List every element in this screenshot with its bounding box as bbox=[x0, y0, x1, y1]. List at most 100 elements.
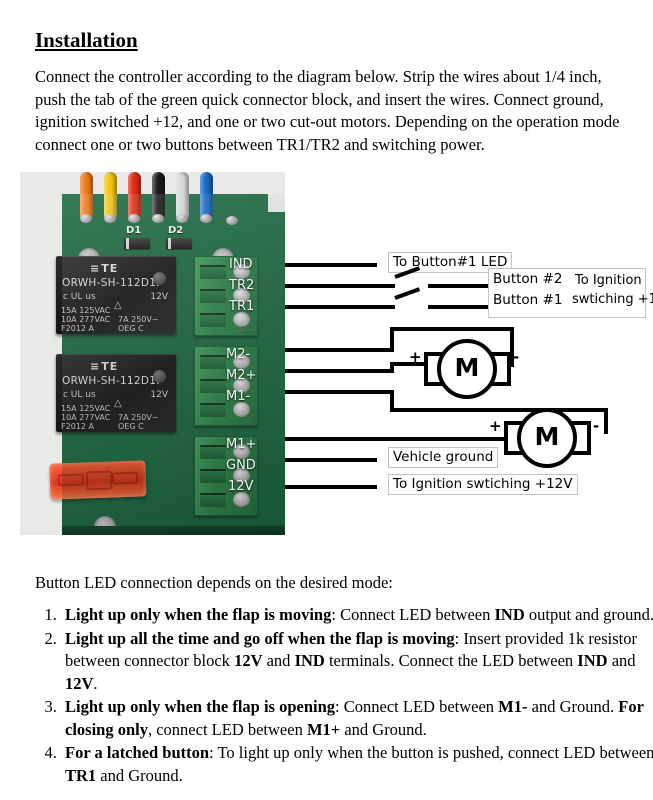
wire-blue bbox=[200, 172, 213, 218]
terminal-label-m1-minus: M1- bbox=[226, 389, 251, 404]
wire-m2-minus bbox=[285, 348, 394, 352]
page-title: Installation bbox=[35, 28, 138, 52]
relay-bottom: TE ORWH-SH-112D1F 12V c UL us △ 15A 125V… bbox=[56, 354, 176, 432]
wire-gnd bbox=[285, 458, 377, 462]
mounting-hole bbox=[78, 248, 100, 270]
label-ignition-line1: To Ignition bbox=[575, 273, 642, 288]
terminal-label-m1-plus: M1+ bbox=[226, 437, 257, 452]
motor-2: M bbox=[517, 408, 577, 468]
switch-symbol-tr2 bbox=[394, 266, 421, 286]
solder-pad bbox=[226, 216, 238, 225]
wire-tr1-left bbox=[285, 305, 395, 309]
diode-d2 bbox=[166, 238, 192, 249]
wire-red bbox=[128, 172, 141, 218]
label-ignition-power: To Ignition swtiching +12V bbox=[388, 474, 578, 495]
wiring-schematic: To Button#1 LED Button #2 Button #1 To I… bbox=[285, 172, 653, 535]
list-item: Light up only when the flap is moving: C… bbox=[61, 604, 653, 627]
relay-rating-3: F2012 A bbox=[61, 324, 94, 333]
wire-m1-minus-run bbox=[390, 408, 608, 412]
terminal-label-gnd: GND bbox=[226, 458, 256, 473]
mode-body: : Connect LED between IND output and gro… bbox=[331, 605, 653, 624]
label-vehicle-ground: Vehicle ground bbox=[388, 447, 499, 468]
relay-warning-icon: △ bbox=[114, 398, 122, 409]
mode-title: For a latched button bbox=[65, 743, 210, 762]
wire-tr1-right bbox=[428, 305, 488, 309]
relay-rating-2: 10A 277VAC bbox=[61, 413, 111, 422]
wire-yellow bbox=[104, 172, 117, 218]
relay-screw bbox=[153, 272, 166, 285]
solder-pad bbox=[104, 214, 116, 223]
label-button1: Button #1 bbox=[493, 292, 563, 308]
intro-paragraph: Connect the controller according to the … bbox=[35, 67, 620, 154]
motor1-plus-sign: + bbox=[409, 348, 422, 366]
terminal-label-12v: 12V bbox=[228, 479, 254, 494]
installation-page: Installation Connect the controller acco… bbox=[0, 0, 653, 800]
wire-m1-plus bbox=[285, 437, 510, 441]
motor1-minus-sign: - bbox=[513, 348, 520, 366]
relay-screw bbox=[153, 370, 166, 383]
label-ignition-group: Button #2 Button #1 To Ignition swtichin… bbox=[488, 268, 653, 318]
wire-m2-minus-top bbox=[390, 327, 514, 331]
blade-fuse bbox=[49, 460, 147, 500]
wire-black bbox=[152, 172, 165, 218]
mounting-hole bbox=[94, 516, 116, 535]
relay-part-number: ORWH-SH-112D1F bbox=[62, 375, 163, 387]
list-item: For a latched button: To light up only w… bbox=[61, 742, 653, 787]
terminal-label-ind: IND bbox=[229, 257, 253, 272]
relay-rating-4: 7A 250V~ bbox=[118, 315, 159, 324]
terminal-label-m2-plus: M2+ bbox=[226, 368, 257, 383]
wire-m2-plus bbox=[285, 369, 394, 373]
relay-ul-mark: c UL us bbox=[63, 390, 96, 400]
relay-warning-icon: △ bbox=[114, 300, 122, 311]
relay-brand: TE bbox=[90, 360, 118, 373]
wire-orange bbox=[80, 172, 93, 218]
pcb-bottom-edge bbox=[62, 526, 285, 535]
wire-ind bbox=[285, 263, 377, 267]
relay-rating-4: 7A 250V~ bbox=[118, 413, 159, 422]
label-ignition-line2: swtiching +12V bbox=[572, 292, 653, 307]
wire-tr2-left bbox=[285, 284, 395, 288]
wire-white bbox=[176, 172, 189, 218]
led-modes-lead: Button LED connection depends on the des… bbox=[35, 573, 393, 592]
switch-symbol-tr1 bbox=[394, 287, 421, 307]
diode-d1-label: D1 bbox=[126, 225, 142, 236]
relay-coil-voltage: 12V bbox=[150, 292, 168, 302]
relay-rating-5: OEG C bbox=[118, 324, 144, 333]
wire-12v bbox=[285, 485, 377, 489]
relay-rating-2: 10A 277VAC bbox=[61, 315, 111, 324]
relay-top: TE ORWH-SH-112D1F 12V c UL us △ 15A 125V… bbox=[56, 256, 176, 334]
mode-title: Light up all the time and go off when th… bbox=[65, 628, 455, 648]
solder-pad bbox=[128, 214, 140, 223]
pcb-photo: D1 D2 TE ORWH-SH-112D1F 12V c UL us △ 15… bbox=[20, 172, 285, 535]
diode-d2-label: D2 bbox=[168, 225, 184, 236]
motor-1: M bbox=[437, 339, 497, 399]
solder-pad bbox=[200, 214, 212, 223]
mode-title: Light up only when the flap is moving bbox=[65, 605, 332, 624]
solder-pad bbox=[80, 214, 92, 223]
relay-part-number: ORWH-SH-112D1F bbox=[62, 277, 163, 289]
relay-coil-voltage: 12V bbox=[150, 390, 168, 400]
pcb-notch bbox=[268, 194, 285, 212]
relay-ul-mark: c UL us bbox=[63, 292, 96, 302]
label-button2: Button #2 bbox=[493, 271, 563, 287]
solder-pad bbox=[152, 214, 164, 223]
terminal-label-tr1: TR1 bbox=[229, 299, 255, 314]
solder-pad bbox=[176, 214, 188, 223]
motor2-minus-sign: - bbox=[593, 417, 600, 435]
wire-m1-minus-drop2 bbox=[604, 408, 608, 434]
relay-rating-3: F2012 A bbox=[61, 422, 94, 431]
relay-rating-1: 15A 125VAC bbox=[61, 306, 111, 315]
relay-brand: TE bbox=[90, 262, 118, 275]
terminal-label-m2-minus: M2- bbox=[226, 347, 251, 362]
mounting-hole bbox=[210, 494, 232, 516]
relay-rating-5: OEG C bbox=[118, 422, 144, 431]
mode-title: Light up only when the flap is opening bbox=[65, 697, 336, 716]
terminal-label-tr2: TR2 bbox=[229, 278, 255, 293]
list-item: Light up all the time and go off when th… bbox=[61, 628, 653, 696]
list-item: Light up only when the flap is opening: … bbox=[61, 696, 653, 741]
motor2-plus-sign: + bbox=[489, 417, 502, 435]
relay-rating-1: 15A 125VAC bbox=[61, 404, 111, 413]
led-modes-list: Light up only when the flap is moving: C… bbox=[35, 604, 653, 788]
diode-d1 bbox=[124, 238, 150, 249]
wire-tr2-right bbox=[428, 284, 488, 288]
